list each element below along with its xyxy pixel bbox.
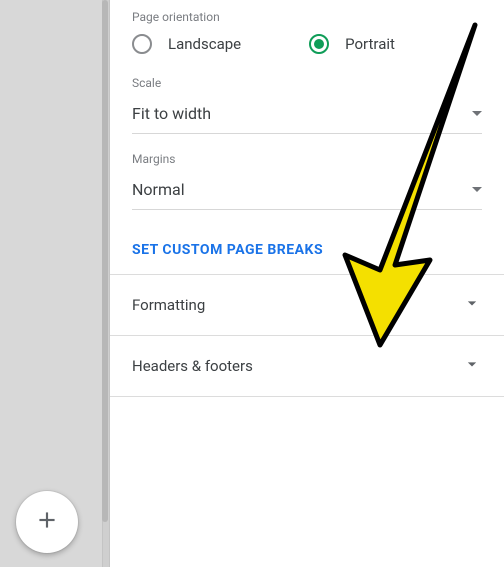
scale-dropdown[interactable]: Fit to width [132, 100, 482, 134]
print-settings-panel: Page orientation Landscape Portrait Scal… [110, 0, 504, 567]
radio-on-icon [309, 34, 329, 54]
orientation-landscape-label: Landscape [168, 35, 241, 53]
margins-label: Margins [132, 152, 482, 166]
margins-value: Normal [132, 180, 185, 199]
scale-label: Scale [132, 76, 482, 90]
dropdown-caret-icon [472, 111, 482, 116]
headers-footers-accordion[interactable]: Headers & footers [110, 336, 504, 397]
scale-value: Fit to width [132, 104, 211, 123]
formatting-label: Formatting [132, 296, 205, 314]
radio-off-icon [132, 34, 152, 54]
dropdown-caret-icon [472, 187, 482, 192]
formatting-accordion[interactable]: Formatting [110, 275, 504, 336]
orientation-landscape-radio[interactable]: Landscape [132, 34, 241, 54]
headers-footers-label: Headers & footers [132, 357, 253, 375]
chevron-down-icon [462, 293, 482, 317]
plus-icon [34, 507, 60, 537]
set-custom-page-breaks-link[interactable]: SET CUSTOM PAGE BREAKS [110, 234, 504, 274]
orientation-portrait-radio[interactable]: Portrait [309, 34, 395, 54]
orientation-portrait-label: Portrait [345, 35, 395, 53]
orientation-label: Page orientation [132, 10, 482, 24]
chevron-down-icon [462, 354, 482, 378]
scrollbar-thumb[interactable] [102, 0, 108, 522]
left-sidebar [0, 0, 110, 567]
margins-dropdown[interactable]: Normal [132, 176, 482, 210]
scrollbar[interactable] [102, 0, 108, 540]
add-sheet-button[interactable] [16, 491, 78, 553]
panel-divider [102, 0, 110, 567]
